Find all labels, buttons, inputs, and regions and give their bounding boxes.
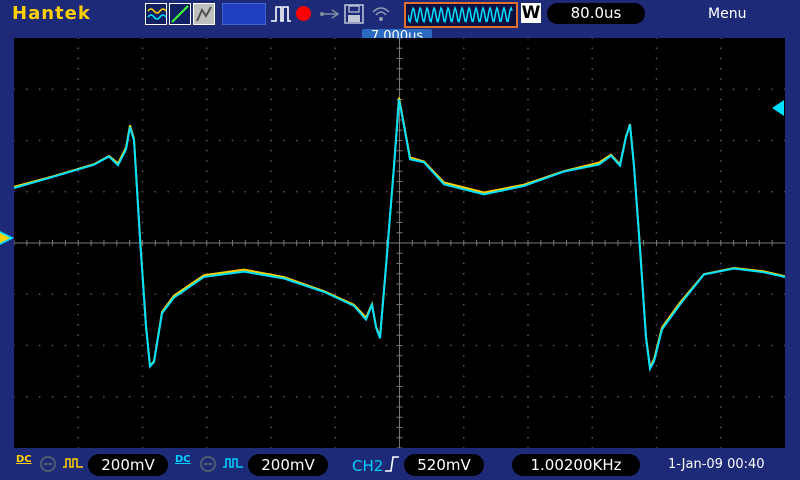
display-mode-icons (145, 3, 215, 25)
ch2-bandwidth-icon (200, 456, 216, 472)
sine-burst-icon (408, 6, 513, 24)
ch2-coupling-label: DC (175, 454, 191, 465)
trigger-source-label: CH2 (352, 457, 384, 475)
channel-ground-marker-icon[interactable] (0, 231, 14, 245)
sample-waveform-indicator[interactable] (404, 2, 518, 28)
ch1-bandwidth-icon (40, 456, 56, 472)
ch1-probe-icon (63, 458, 83, 468)
ch1-coupling-label: DC (16, 454, 32, 465)
rising-edge-icon (385, 456, 399, 472)
run-stop-indicator-icon[interactable] (296, 6, 311, 21)
ch1-scale-display[interactable]: 200mV (88, 454, 168, 476)
waveform-mode-icon[interactable] (145, 3, 167, 25)
trigger-level-display[interactable]: 520mV (404, 454, 484, 476)
ramp-mode-icon[interactable] (169, 3, 191, 25)
window-toggle-button[interactable]: W (521, 3, 541, 23)
menu-button[interactable]: Menu (708, 6, 746, 22)
pulse-trigger-icon (271, 6, 291, 22)
frequency-display: 1.00200KHz (512, 454, 640, 476)
ch2-probe-icon (223, 458, 243, 468)
trigger-level-marker-icon[interactable] (772, 100, 784, 116)
datetime-display: 1-Jan-09 00:40 (668, 457, 765, 472)
usb-icon (320, 9, 340, 19)
ch2-scale-display[interactable]: 200mV (248, 454, 328, 476)
brand-logo: Hantek (12, 3, 91, 24)
top-status-bar: Hantek W 80.0us Menu (0, 0, 800, 29)
wifi-icon (372, 7, 390, 21)
timebase-display[interactable]: 80.0us (547, 3, 645, 24)
waveform-display[interactable] (14, 38, 785, 448)
save-icon[interactable] (344, 4, 364, 24)
persist-mode-icon[interactable] (193, 3, 215, 25)
status-indicator-box (222, 3, 266, 25)
